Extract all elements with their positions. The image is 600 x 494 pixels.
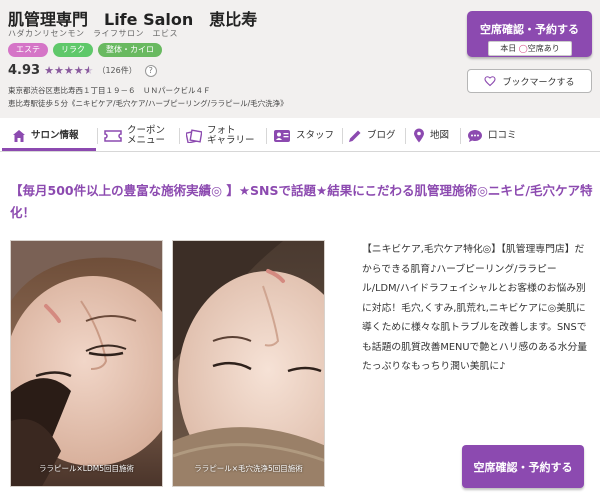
tab-label: スタッフ [296,129,335,141]
tab-staff[interactable]: スタッフ [273,120,334,151]
reserve-button-label: 空席確認・予約する [473,460,573,474]
nav-divider [405,128,406,144]
chat-icon [468,129,482,142]
availability-badge: 本日 ◯空席あり [488,41,572,56]
map-pin-icon [414,128,424,143]
reserve-button-top[interactable]: 空席確認・予約する 本日 ◯空席あり [467,11,592,57]
salon-description: 【ニキビケア,毛穴ケア特化◎】【肌管理専門店】だからできる肌育♪ハーブピーリング… [362,244,588,372]
tab-label: 口コミ [488,129,517,141]
star-icon: ★ [63,63,74,77]
before-after-photo-2[interactable]: ララピール×毛穴洗浄5回目施術 [172,240,325,487]
tab-coupon-menu[interactable]: クーポン メニュー [104,120,165,151]
rating-row: 4.93 ★ ★ ★ ★ ★ （126件） ? [8,63,157,78]
face-photo-image [173,241,324,486]
face-photo-image [11,241,162,486]
salon-kana: ハダカンリセンモン ライフサロン エビス [8,29,178,38]
heart-icon [484,76,497,87]
staff-icon [274,129,290,142]
tab-label: クーポン メニュー [127,124,166,146]
bookmark-label: ブックマークする [502,77,575,88]
rating-value: 4.93 [8,63,41,78]
availability-day: 本日 [500,44,517,53]
tab-label: ブログ [367,129,396,141]
tag-seitai[interactable]: 整体・カイロ [98,43,162,57]
rating-stars: ★ ★ ★ ★ ★ [44,64,93,78]
tag-este[interactable]: エステ [8,43,48,57]
photo-caption: ララピール×毛穴洗浄5回目施術 [194,464,303,473]
availability-mark: ◯ [518,44,528,53]
star-icon: ★ [73,63,84,77]
before-after-photo-1[interactable]: ララピール×LDM5回目施術 [10,240,163,487]
photo-caption: ララピール×LDM5回目施術 [39,464,134,473]
active-tab-indicator [2,148,96,151]
tab-map[interactable]: 地図 [413,120,449,151]
reserve-button-label: 空席確認・予約する [480,23,579,36]
nav-divider [342,128,343,144]
nav-divider [266,128,267,144]
star-icon: ★ [53,63,64,77]
tab-blog[interactable]: ブログ [348,120,396,151]
tag-relax[interactable]: リラク [53,43,93,57]
home-icon [13,129,25,142]
tab-label: フォト ギャラリー [207,124,255,146]
nav-divider [460,128,461,144]
catch-copy: 【毎月500件以上の豊富な施術実績◎ 】★SNSで話題★結果にこだわる肌管理施術… [10,183,593,220]
pencil-icon [349,130,361,142]
genre-tags: エステ リラク 整体・カイロ [8,43,162,57]
tab-photo-gallery[interactable]: フォト ギャラリー [186,120,255,151]
tab-salon-info[interactable]: サロン情報 [12,120,79,151]
tab-label: 地図 [430,129,450,141]
tab-label: サロン情報 [31,129,79,141]
reserve-button-bottom[interactable]: 空席確認・予約する [462,445,584,488]
salon-name: 肌管理専門 Life Salon 恵比寿 [8,10,258,29]
salon-address: 東京都渋谷区恵比寿西１丁目１９－６ ＵＮパークビル４Ｆ [8,86,211,95]
half-star-icon: ★ [84,64,94,78]
nav-divider [179,128,180,144]
star-icon: ★ [44,63,54,77]
nav-divider [97,128,98,144]
help-icon[interactable]: ? [144,64,157,77]
salon-access: 恵比寿駅徒歩５分《ニキビケア/毛穴ケア/ハーブピーリング/ララピール/毛穴洗浄》 [8,99,288,108]
salon-header: 肌管理専門 Life Salon 恵比寿 ハダカンリセンモン ライフサロン エビ… [0,0,600,118]
coupon-icon [104,129,122,142]
availability-text: 空席あり [527,44,560,53]
bookmark-button[interactable]: ブックマークする [467,69,592,93]
tab-reviews[interactable]: 口コミ [467,120,517,151]
review-count[interactable]: （126件） [97,65,136,76]
photo-icon [186,128,202,143]
